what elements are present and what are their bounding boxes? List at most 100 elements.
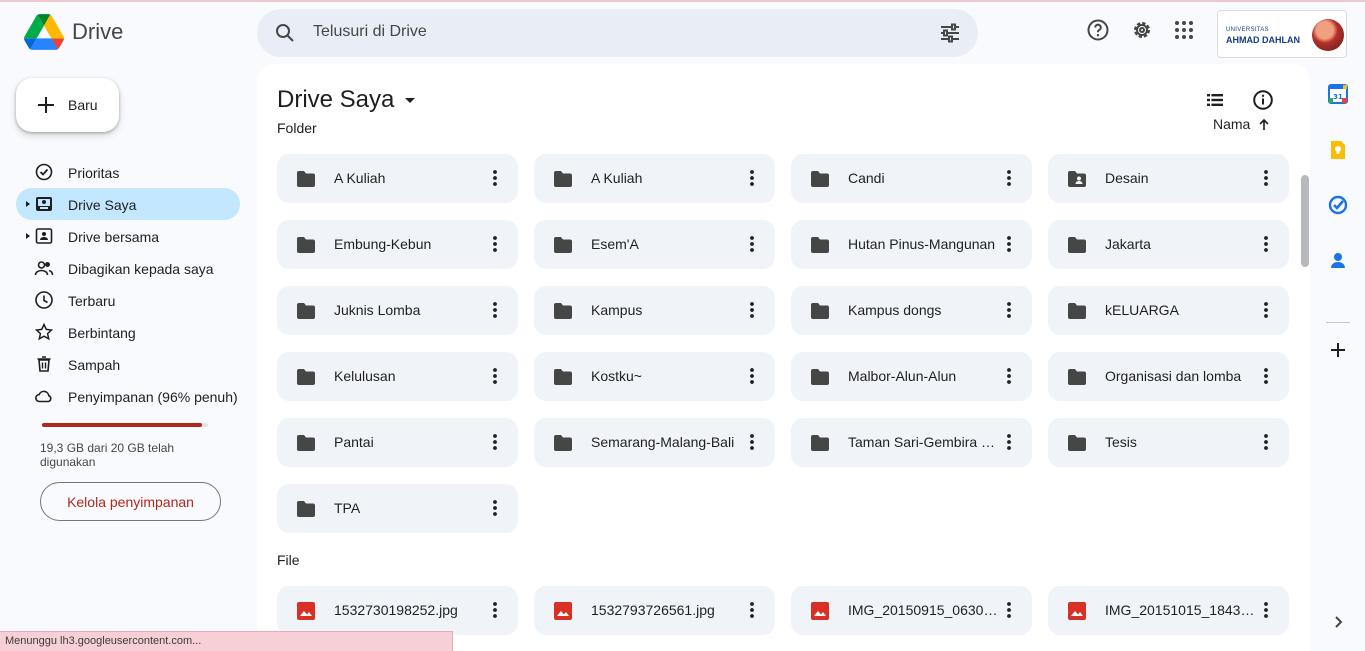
folder-tile[interactable]: A Kuliah [534, 154, 775, 203]
more-options-icon[interactable] [484, 497, 506, 519]
folder-icon [811, 435, 829, 451]
add-addon-icon[interactable] [1328, 340, 1348, 360]
more-options-icon[interactable] [484, 365, 506, 387]
file-tile[interactable]: IMG_20151015_184300.jpg [1048, 586, 1289, 635]
more-options-icon[interactable] [741, 233, 763, 255]
more-options-icon[interactable] [484, 599, 506, 621]
search-options-icon[interactable] [938, 21, 962, 45]
more-options-icon[interactable] [484, 233, 506, 255]
more-options-icon[interactable] [1255, 599, 1277, 621]
sidebar-item-dibagikan-kepada-saya[interactable]: Dibagikan kepada saya [16, 252, 240, 284]
more-options-icon[interactable] [741, 599, 763, 621]
file-tile[interactable]: 1532730198252.jpg [277, 586, 518, 635]
avatar[interactable] [1312, 19, 1344, 51]
sidebar-item-drive-bersama[interactable]: Drive bersama [16, 220, 240, 252]
manage-storage-button[interactable]: Kelola penyimpanan [40, 482, 221, 521]
check-circle-icon [35, 163, 53, 181]
settings-gear-icon[interactable] [1130, 18, 1154, 42]
folder-tile[interactable]: TPA [277, 484, 518, 533]
sidebar-item-label: Sampah [68, 357, 121, 373]
sidebar-item-prioritas[interactable]: Prioritas [16, 156, 240, 188]
keep-icon[interactable] [1328, 140, 1348, 160]
more-options-icon[interactable] [1255, 299, 1277, 321]
more-options-icon[interactable] [998, 233, 1020, 255]
sidebar-item-penyimpanan-96-penuh-[interactable]: Penyimpanan (96% penuh) [16, 380, 240, 412]
sidebar-item-berbintang[interactable]: Berbintang [16, 316, 240, 348]
folder-tile[interactable]: Desain [1048, 154, 1289, 203]
folder-tile[interactable]: Embung-Kebun [277, 220, 518, 269]
folder-name: Tesis [1105, 434, 1137, 450]
folder-tile[interactable]: Esem'A [534, 220, 775, 269]
folder-icon [297, 171, 315, 187]
sort-by-name[interactable]: Nama [1213, 116, 1250, 132]
more-options-icon[interactable] [998, 167, 1020, 189]
more-options-icon[interactable] [741, 365, 763, 387]
folder-name: Pantai [334, 434, 374, 450]
info-icon[interactable] [1251, 88, 1275, 112]
more-options-icon[interactable] [1255, 167, 1277, 189]
more-options-icon[interactable] [741, 299, 763, 321]
more-options-icon[interactable] [484, 167, 506, 189]
folder-tile[interactable]: Semarang-Malang-Bali [534, 418, 775, 467]
side-panel: 31 [1310, 64, 1365, 651]
more-options-icon[interactable] [484, 431, 506, 453]
folder-tile[interactable]: Hutan Pinus-Mangunan [791, 220, 1032, 269]
chevron-right-icon[interactable] [1328, 612, 1348, 632]
more-options-icon[interactable] [998, 365, 1020, 387]
more-options-icon[interactable] [1255, 431, 1277, 453]
expand-caret-icon[interactable] [24, 200, 32, 208]
more-options-icon[interactable] [998, 299, 1020, 321]
image-file-icon [811, 602, 829, 620]
folder-tile[interactable]: A Kuliah [277, 154, 518, 203]
sidebar-item-drive-saya[interactable]: Drive Saya [16, 188, 240, 220]
folder-icon [1068, 303, 1086, 319]
more-options-icon[interactable] [998, 599, 1020, 621]
sidebar-item-terbaru[interactable]: Terbaru [16, 284, 240, 316]
more-options-icon[interactable] [741, 431, 763, 453]
folder-tile[interactable]: Candi [791, 154, 1032, 203]
folder-tile[interactable]: Jakarta [1048, 220, 1289, 269]
file-tile[interactable]: IMG_20150915_063000.jpg [791, 586, 1032, 635]
folder-tile[interactable]: Juknis Lomba [277, 286, 518, 335]
organization-logo: UNIVERSITAS AHMAD DAHLAN [1226, 27, 1300, 45]
folder-tile[interactable]: Kostku~ [534, 352, 775, 401]
file-tile[interactable]: 1532793726561.jpg [534, 586, 775, 635]
more-options-icon[interactable] [1255, 233, 1277, 255]
storage-usage-text: 19,3 GB dari 20 GB telah digunakan [40, 441, 175, 469]
search-icon[interactable] [273, 21, 297, 45]
folder-tile[interactable]: Kampus [534, 286, 775, 335]
contacts-icon[interactable] [1328, 250, 1348, 270]
expand-caret-icon[interactable] [24, 232, 32, 240]
folder-tile[interactable]: kELUARGA [1048, 286, 1289, 335]
search-bar[interactable]: Telusuri di Drive [257, 9, 978, 57]
apps-grid-icon[interactable] [1172, 18, 1196, 42]
folder-tile[interactable]: Tesis [1048, 418, 1289, 467]
more-options-icon[interactable] [484, 299, 506, 321]
sort-arrow-icon[interactable] [1257, 118, 1271, 132]
folder-tile[interactable]: Kampus dongs [791, 286, 1032, 335]
new-button[interactable]: Baru [16, 78, 119, 132]
app-name: Drive [72, 19, 124, 44]
list-view-icon[interactable] [1203, 88, 1227, 112]
folder-tile[interactable]: Taman Sari-Gembira Loka [791, 418, 1032, 467]
more-options-icon[interactable] [741, 167, 763, 189]
scrollbar-thumb[interactable] [1301, 175, 1309, 267]
folder-tile[interactable]: Organisasi dan lomba [1048, 352, 1289, 401]
sidebar-nav: Prioritas Drive Saya Drive bersama Dibagika… [16, 156, 240, 412]
drive-logo[interactable]: Drive [24, 14, 123, 50]
page-title[interactable]: Drive Saya [277, 86, 420, 114]
more-options-icon[interactable] [998, 431, 1020, 453]
folder-tile[interactable]: Pantai [277, 418, 518, 467]
folder-tile[interactable]: Malbor-Alun-Alun [791, 352, 1032, 401]
folders-grid: A Kuliah A Kuliah Candi Desain Embung-Kebun E… [277, 154, 1290, 533]
folder-tile[interactable]: Kelulusan [277, 352, 518, 401]
folder-name: Candi [848, 170, 885, 186]
plus-icon [38, 97, 54, 113]
sidebar-item-sampah[interactable]: Sampah [16, 348, 240, 380]
account-button[interactable]: UNIVERSITAS AHMAD DAHLAN [1217, 10, 1347, 58]
more-options-icon[interactable] [1255, 365, 1277, 387]
search-input[interactable]: Telusuri di Drive [313, 23, 427, 41]
help-icon[interactable] [1086, 18, 1110, 42]
calendar-icon[interactable]: 31 [1328, 84, 1348, 104]
tasks-icon[interactable] [1328, 195, 1348, 215]
